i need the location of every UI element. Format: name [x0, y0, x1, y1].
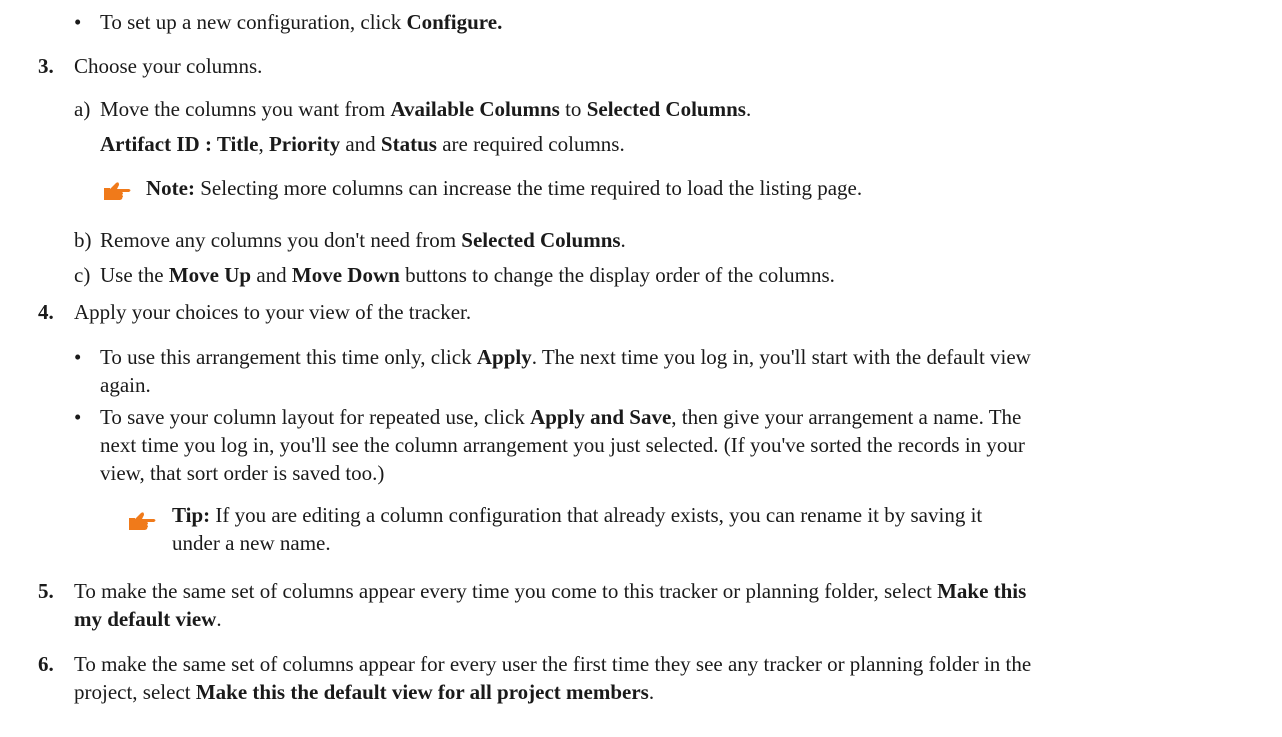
- tip-text: Tip: If you are editing a column configu…: [172, 503, 983, 527]
- apply-instruction: To use this arrangement this time only, …: [100, 345, 1031, 369]
- pointing-hand-icon: [104, 182, 131, 200]
- step-5-text: To make the same set of columns appear e…: [74, 579, 1027, 603]
- bullet: •: [74, 405, 82, 429]
- configure-instruction: To set up a new configuration, click Con…: [100, 10, 503, 34]
- step-4-text: Apply your choices to your view of the t…: [74, 300, 472, 324]
- substep-b-text: Remove any columns you don't need from S…: [100, 228, 626, 252]
- step-number-5: 5.: [38, 579, 54, 603]
- apply-save-instruction: To save your column layout for repeated …: [100, 405, 1022, 429]
- required-columns-text: Artifact ID : Title, Priority and Status…: [100, 132, 625, 156]
- step-5-text-continued: my default view.: [74, 607, 222, 631]
- note-text: Note: Selecting more columns can increas…: [146, 176, 863, 200]
- substep-c-text: Use the Move Up and Move Down buttons to…: [100, 263, 835, 287]
- bullet: •: [74, 345, 82, 369]
- tip-text-continued: under a new name.: [172, 531, 331, 555]
- substep-b-label: b): [74, 228, 92, 252]
- step-number-3: 3.: [38, 54, 54, 78]
- substep-c-label: c): [74, 263, 91, 287]
- document-page: • To set up a new configuration, click C…: [0, 0, 1282, 737]
- step-number-6: 6.: [38, 652, 54, 676]
- bullet: •: [74, 10, 82, 34]
- pointing-hand-icon: [129, 512, 156, 530]
- step-6-text-continued: project, select Make this the default vi…: [74, 680, 655, 704]
- configure-label: Configure.: [406, 10, 503, 34]
- apply-instruction-continued: again.: [100, 373, 151, 397]
- apply-save-instruction-line3: view, that sort order is saved too.): [100, 461, 385, 485]
- step-number-4: 4.: [38, 300, 54, 324]
- substep-a-label: a): [74, 97, 91, 121]
- apply-save-instruction-line2: next time you log in, you'll see the col…: [100, 433, 1025, 457]
- substep-a-text: Move the columns you want from Available…: [100, 97, 752, 121]
- step-3-text: Choose your columns.: [74, 54, 263, 78]
- step-6-text: To make the same set of columns appear f…: [74, 652, 1032, 676]
